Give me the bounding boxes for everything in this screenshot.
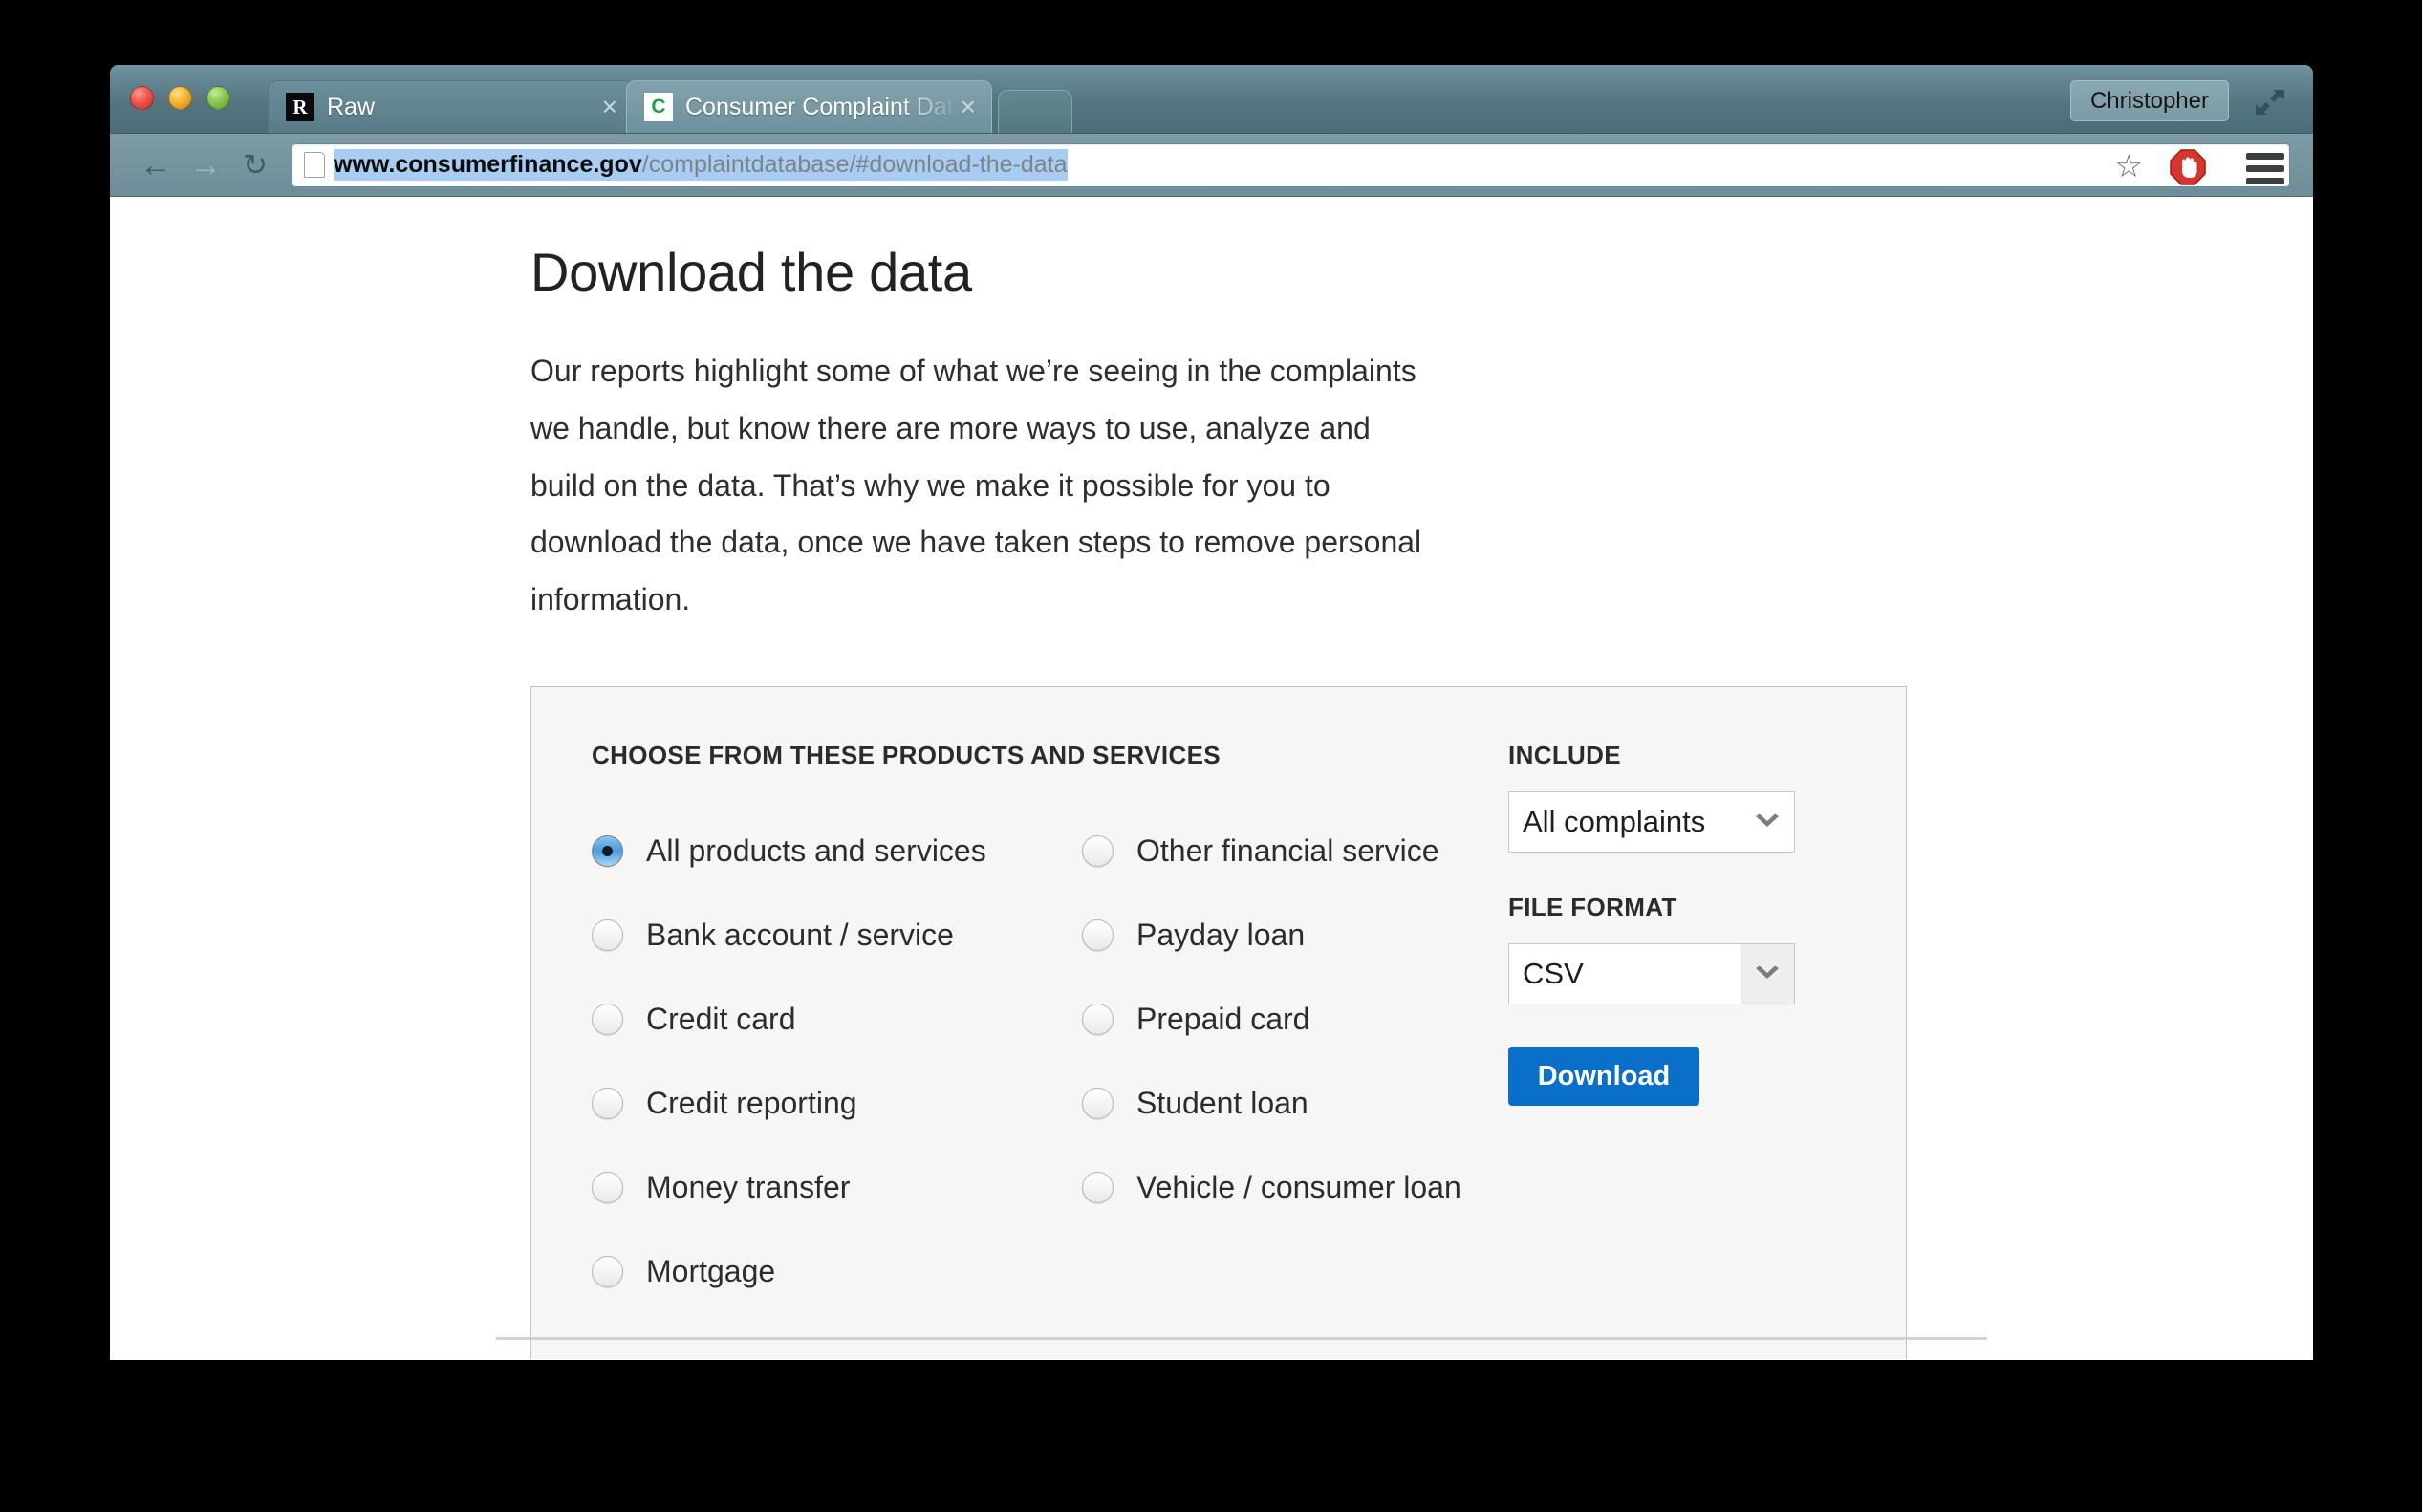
intro-paragraph: Our reports highlight some of what we’re… [530, 354, 1422, 617]
url-text: www.consumerfinance.gov/complaintdatabas… [334, 149, 1068, 181]
radio-option-student-loan[interactable]: Student loan [1082, 1061, 1572, 1145]
radio-label: Credit reporting [646, 1085, 857, 1120]
download-form-panel: CHOOSE FROM THESE PRODUCTS AND SERVICES … [530, 686, 1907, 1359]
radio-button-icon[interactable] [592, 834, 623, 867]
radio-button-icon[interactable] [1082, 834, 1114, 867]
minimize-window-button[interactable] [168, 86, 192, 110]
radio-option-money-transfer[interactable]: Money transfer [592, 1145, 1082, 1229]
chevron-down-icon[interactable] [1741, 944, 1794, 1004]
radio-button-icon[interactable] [592, 918, 623, 951]
radio-button-icon[interactable] [592, 1255, 623, 1287]
address-bar[interactable]: www.consumerfinance.gov/complaintdatabas… [292, 142, 2290, 187]
include-select[interactable]: All complaints [1508, 791, 1795, 853]
radio-option-prepaid-card[interactable]: Prepaid card [1082, 977, 1572, 1061]
url-path: /complaintdatabase/#download-the-data [641, 151, 1068, 178]
back-icon[interactable]: ← [131, 144, 181, 186]
cfpb-favicon: C [644, 93, 673, 121]
tab-list: R Raw × C Consumer Complaint Data × [268, 80, 1072, 133]
page-title: Download the data [530, 242, 972, 302]
radio-button-icon[interactable] [592, 1087, 623, 1119]
radio-option-credit-reporting[interactable]: Credit reporting [592, 1061, 1082, 1145]
close-tab-icon[interactable]: × [602, 94, 617, 120]
radio-button-icon[interactable] [592, 1171, 623, 1203]
radio-button-icon[interactable] [1082, 1003, 1114, 1035]
radio-label: Money transfer [646, 1169, 851, 1204]
hamburger-menu-icon[interactable] [2246, 153, 2284, 184]
download-button[interactable]: Download [1508, 1047, 1699, 1107]
new-tab-button[interactable] [998, 90, 1072, 133]
close-window-button[interactable] [130, 86, 154, 110]
browser-window: R Raw × C Consumer Complaint Data × Chri… [110, 65, 2313, 1360]
chevron-down-icon[interactable] [1744, 792, 1790, 852]
file-format-label: FILE FORMAT [1508, 893, 1677, 922]
menu-bar-1 [2246, 153, 2284, 160]
download-button-label: Download [1537, 1060, 1671, 1091]
tab-raw[interactable]: R Raw × [268, 80, 634, 133]
radio-label: Student loan [1136, 1085, 1308, 1120]
radio-button-icon[interactable] [1082, 918, 1114, 951]
radio-button-icon[interactable] [1082, 1087, 1114, 1119]
navigation-toolbar: ← → ↻ www.consumerfinance.gov/complaintd… [110, 134, 2313, 197]
page-viewport: Download the data Our reports highlight … [110, 197, 2313, 1359]
radio-option-vehicle-consumer-loan[interactable]: Vehicle / consumer loan [1082, 1145, 1572, 1229]
tab-title: Consumer Complaint Data [685, 93, 951, 120]
tab-title: Raw [327, 93, 376, 120]
file-format-selected-value: CSV [1523, 957, 1584, 991]
radio-option-bank-account[interactable]: Bank account / service [592, 893, 1082, 977]
product-column-right: Other financial service Payday loan Prep… [1082, 809, 1572, 1313]
radio-option-other-financial-service[interactable]: Other financial service [1082, 809, 1572, 893]
zoom-window-button[interactable] [206, 86, 230, 110]
radio-label: Other financial service [1136, 832, 1439, 868]
radio-label: Payday loan [1136, 917, 1306, 952]
menu-bar-2 [2246, 165, 2284, 172]
reload-icon[interactable]: ↻ [230, 144, 280, 186]
tab-strip: R Raw × C Consumer Complaint Data × Chri… [110, 65, 2313, 134]
radio-label: Credit card [646, 1001, 796, 1036]
radio-label: Vehicle / consumer loan [1136, 1169, 1461, 1204]
radio-option-payday-loan[interactable]: Payday loan [1082, 893, 1572, 977]
url-domain: www.consumerfinance.gov [334, 151, 642, 178]
radio-button-icon[interactable] [592, 1003, 623, 1035]
page-document-icon [304, 152, 325, 178]
radio-option-all-products[interactable]: All products and services [592, 809, 1082, 893]
close-tab-icon[interactable]: × [961, 94, 976, 120]
page-content: Download the data Our reports highlight … [530, 197, 1983, 1359]
include-selected-value: All complaints [1523, 805, 1706, 839]
expand-window-icon[interactable] [2254, 88, 2286, 117]
raw-favicon: R [286, 93, 314, 121]
include-label: INCLUDE [1508, 741, 1622, 770]
forward-icon[interactable]: → [181, 144, 230, 186]
radio-option-mortgage[interactable]: Mortgage [592, 1229, 1082, 1313]
radio-label: Prepaid card [1136, 1001, 1310, 1036]
bookmark-star-icon[interactable]: ☆ [2114, 150, 2143, 182]
menu-bar-3 [2246, 178, 2284, 184]
tab-consumer-complaint-database[interactable]: C Consumer Complaint Data × [626, 80, 992, 133]
footer-divider [496, 1337, 1987, 1340]
profile-button[interactable]: Christopher [2069, 80, 2229, 121]
radio-label: All products and services [646, 832, 986, 868]
product-column-left: All products and services Bank account /… [592, 809, 1082, 1313]
radio-label: Bank account / service [646, 917, 954, 952]
adblock-stop-icon[interactable] [2170, 149, 2206, 185]
profile-name-label: Christopher [2089, 87, 2209, 114]
radio-button-icon[interactable] [1082, 1171, 1114, 1203]
download-options-column: INCLUDE All complaints FILE FORMAT CSV D… [1508, 741, 1824, 1107]
radio-option-credit-card[interactable]: Credit card [592, 977, 1082, 1061]
window-traffic-lights [130, 86, 230, 110]
radio-label: Mortgage [646, 1253, 776, 1288]
file-format-select[interactable]: CSV [1508, 943, 1795, 1005]
